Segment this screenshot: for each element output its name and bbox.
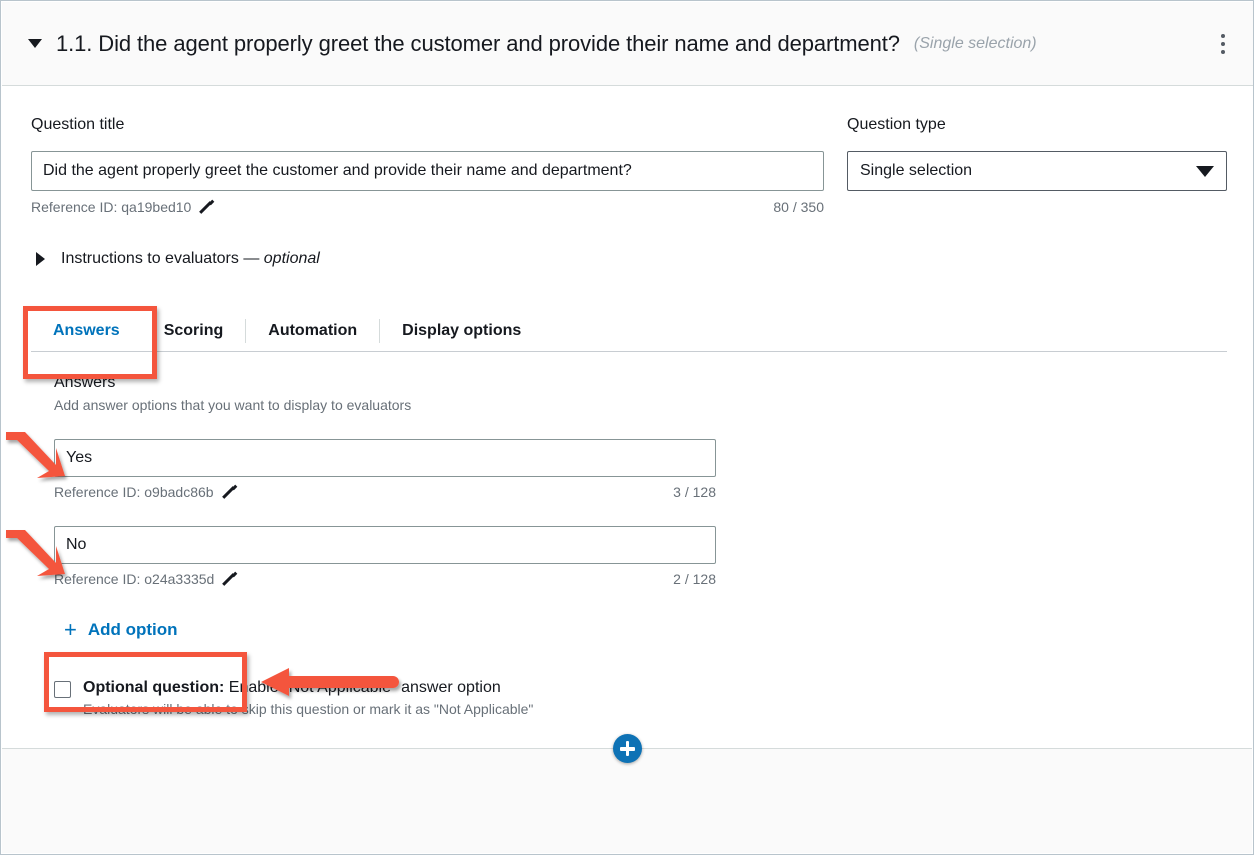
- question-title-reference-id: Reference ID: qa19bed10: [31, 199, 191, 215]
- tab-scoring-label: Scoring: [164, 322, 224, 340]
- answer-option-2-char-count: 2 / 128: [673, 571, 716, 587]
- add-option-button[interactable]: + Add option: [54, 611, 192, 649]
- question-header-title: 1.1. Did the agent properly greet the cu…: [56, 31, 900, 57]
- question-title-meta: Reference ID: qa19bed10 80 / 350: [31, 199, 824, 215]
- answer-option-2-reference-id: Reference ID: o24a3335d: [54, 571, 214, 587]
- tab-display-options-label: Display options: [402, 322, 521, 340]
- plus-icon: +: [64, 619, 77, 641]
- optional-question-row[interactable]: Optional question: Enable "Not Applicabl…: [54, 679, 774, 717]
- add-option-label: Add option: [88, 620, 178, 640]
- answer-option-1-input[interactable]: [54, 439, 716, 477]
- caret-right-icon: [36, 252, 45, 266]
- answers-heading: Answers: [54, 374, 774, 392]
- answer-option-1-char-count: 3 / 128: [673, 484, 716, 500]
- tab-answers-label: Answers: [53, 322, 120, 340]
- question-type-selected-value: Single selection: [860, 162, 972, 180]
- answers-section: Answers Add answer options that you want…: [54, 374, 774, 717]
- answer-option-1-reference-id: Reference ID: o9badc86b: [54, 484, 214, 500]
- tab-scoring[interactable]: Scoring: [142, 310, 246, 351]
- pencil-icon[interactable]: [221, 573, 234, 586]
- caret-down-icon[interactable]: [28, 39, 42, 48]
- optional-question-sub: Evaluators will be able to skip this que…: [83, 701, 533, 717]
- instructions-expander-label: Instructions to evaluators — optional: [61, 250, 320, 268]
- optional-question-checkbox[interactable]: [54, 681, 71, 698]
- chevron-down-icon: [1196, 166, 1214, 177]
- question-tabs: Answers Scoring Automation Display optio…: [31, 310, 1227, 352]
- question-title-field-group: Question title Reference ID: qa19bed10 8…: [31, 116, 824, 215]
- plus-circle-icon[interactable]: [613, 734, 642, 763]
- question-type-field-group: Question type Single selection: [847, 116, 1227, 191]
- kebab-menu-icon[interactable]: [1210, 29, 1236, 59]
- optional-question-text-group: Optional question: Enable "Not Applicabl…: [83, 679, 533, 717]
- question-title-input[interactable]: [31, 151, 824, 191]
- answer-option-1-meta: Reference ID: o9badc86b 3 / 128: [54, 484, 716, 500]
- footer-area: [2, 749, 1252, 853]
- instructions-optional-word: optional: [264, 250, 320, 267]
- question-title-label: Question title: [31, 116, 824, 134]
- tab-display-options[interactable]: Display options: [380, 310, 543, 351]
- question-type-label: Question type: [847, 116, 1227, 134]
- optional-question-label-bold: Optional question:: [83, 679, 224, 696]
- tab-automation-label: Automation: [268, 322, 357, 340]
- question-title-char-count: 80 / 350: [773, 199, 824, 215]
- instructions-expander[interactable]: Instructions to evaluators — optional: [36, 250, 320, 268]
- instructions-label-text: Instructions to evaluators —: [61, 250, 264, 267]
- optional-question-label: Optional question: Enable "Not Applicabl…: [83, 679, 533, 697]
- answers-description: Add answer options that you want to disp…: [54, 397, 774, 413]
- answer-option-2-meta: Reference ID: o24a3335d 2 / 128: [54, 571, 716, 587]
- tab-answers[interactable]: Answers: [31, 310, 142, 351]
- question-type-select[interactable]: Single selection: [847, 151, 1227, 191]
- pencil-icon[interactable]: [198, 201, 211, 214]
- tab-automation[interactable]: Automation: [246, 310, 379, 351]
- question-header[interactable]: 1.1. Did the agent properly greet the cu…: [2, 2, 1254, 86]
- question-editor-panel: 1.1. Did the agent properly greet the cu…: [0, 0, 1254, 855]
- answer-option-2-input[interactable]: [54, 526, 716, 564]
- optional-question-label-rest: Enable "Not Applicable" answer option: [224, 679, 500, 696]
- question-header-type-hint: (Single selection): [914, 35, 1037, 53]
- pencil-icon[interactable]: [221, 486, 234, 499]
